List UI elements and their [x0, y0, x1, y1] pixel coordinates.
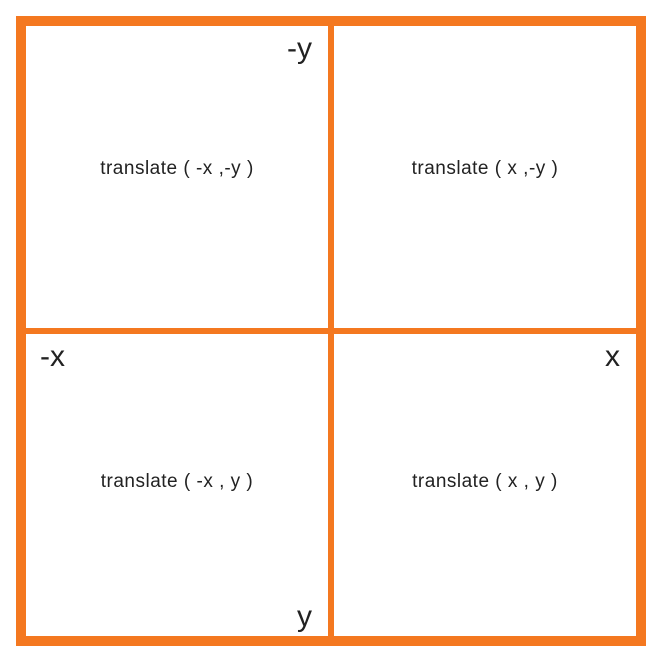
- quadrant-grid: -y translate ( -x ,-y ) translate ( x ,-…: [16, 16, 646, 646]
- quadrant-bottom-right: x translate ( x , y ): [331, 331, 639, 639]
- formula-top-right: translate ( x ,-y ): [412, 158, 559, 180]
- quadrant-bottom-left: -x translate ( -x , y ) y: [23, 331, 331, 639]
- axis-label-neg-y: -y: [287, 32, 312, 66]
- quadrant-top-left: -y translate ( -x ,-y ): [23, 23, 331, 331]
- axis-label-pos-y: y: [297, 600, 312, 634]
- formula-bottom-right: translate ( x , y ): [412, 471, 558, 493]
- formula-bottom-left: translate ( -x , y ): [101, 471, 254, 493]
- formula-top-left: translate ( -x ,-y ): [100, 158, 254, 180]
- translate-diagram: -y translate ( -x ,-y ) translate ( x ,-…: [16, 16, 646, 646]
- axis-label-pos-x: x: [605, 340, 620, 374]
- quadrant-top-right: translate ( x ,-y ): [331, 23, 639, 331]
- axis-label-neg-x: -x: [40, 340, 65, 374]
